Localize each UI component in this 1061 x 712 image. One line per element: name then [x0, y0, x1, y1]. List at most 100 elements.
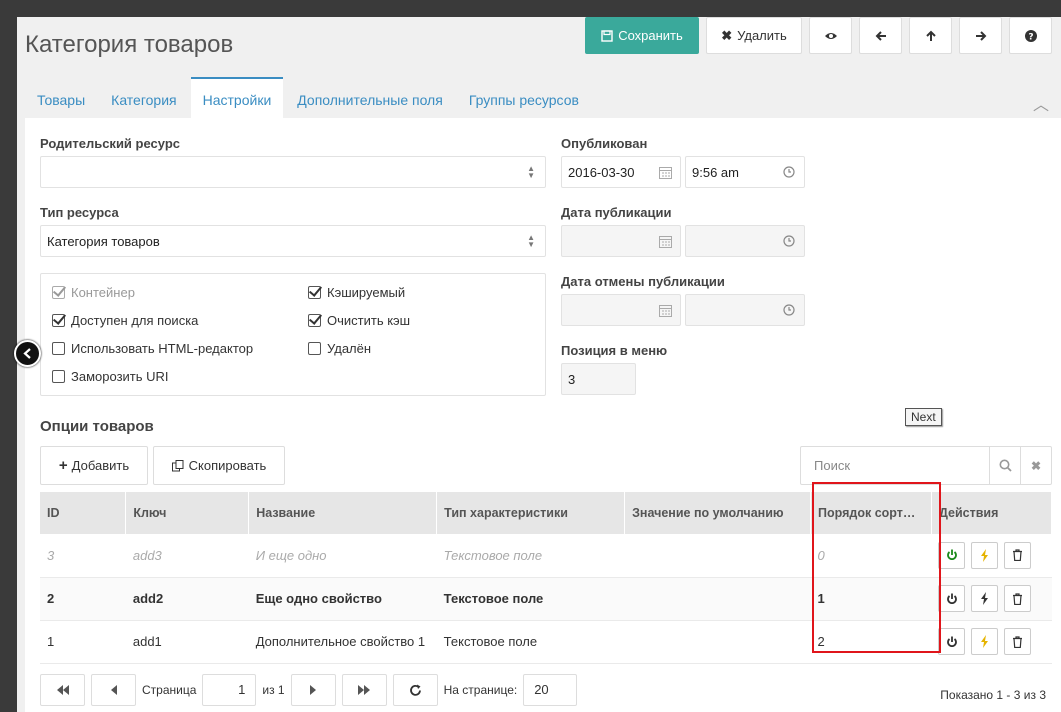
view-button[interactable]	[809, 17, 852, 54]
tab-bar: Товары Категория Настройки Дополнительны…	[25, 77, 593, 119]
delete-label: Удалить	[737, 28, 787, 43]
next-button[interactable]	[959, 17, 1002, 54]
delete-button[interactable]: ✖ Удалить	[706, 17, 802, 54]
menuindex-label: Позиция в меню	[561, 343, 668, 358]
table-row[interactable]: 2 add2 Еще одно свойство Текстовое поле …	[40, 577, 1052, 621]
tab-category[interactable]: Категория	[99, 77, 188, 118]
page-input[interactable]: 1	[202, 674, 257, 706]
add-button[interactable]: + Добавить	[40, 446, 148, 485]
column-header-type[interactable]: Тип характеристики	[436, 492, 626, 534]
tab-products[interactable]: Товары	[25, 77, 97, 118]
type-select[interactable]: Категория товаров ▲ ▼	[40, 225, 546, 257]
clear-search-button[interactable]: ✖	[1020, 447, 1051, 484]
table-row[interactable]: 1 add1 Дополнительное свойство 1 Текстов…	[40, 620, 1052, 664]
published-time-input[interactable]: 9:56 am	[685, 156, 805, 188]
searchable-checkbox[interactable]: Доступен для поиска	[52, 313, 198, 328]
enable-button[interactable]	[938, 541, 966, 569]
copy-label: Скопировать	[188, 458, 267, 473]
plus-icon: +	[58, 457, 68, 474]
arrow-left-icon	[875, 30, 886, 41]
shown-count: Показано 1 - 3 из 3	[940, 688, 1046, 702]
column-header-name[interactable]: Название	[248, 492, 438, 534]
help-button[interactable]: ?	[1009, 17, 1052, 54]
tab-extra-fields[interactable]: Дополнительные поля	[285, 77, 455, 118]
deleted-label: Удалён	[327, 341, 372, 356]
save-button[interactable]: Сохранить	[585, 17, 699, 54]
column-header-sort-order[interactable]: Порядок сорт…	[810, 492, 932, 534]
of-pages-label: из 1	[262, 683, 285, 697]
table-row[interactable]: 3 add3 И еще одно Текстовое поле 0	[40, 534, 1052, 578]
published-time-value: 9:56 am	[692, 164, 739, 180]
cell-default	[624, 620, 811, 664]
cacheable-checkbox[interactable]: Кэшируемый	[308, 285, 405, 300]
clock-icon	[783, 235, 795, 247]
first-page-button[interactable]	[40, 674, 85, 706]
pubdate-time-input[interactable]	[685, 225, 805, 257]
tab-settings[interactable]: Настройки	[190, 77, 284, 119]
window: Категория товаров Сохранить ✖ Удалить ? …	[17, 17, 1061, 712]
options-table: ID Ключ Название Тип характеристики Знач…	[40, 492, 1053, 664]
delete-row-button[interactable]	[1003, 628, 1031, 655]
bolt-button[interactable]	[971, 628, 999, 655]
search-field[interactable]: Поиск ✖	[800, 446, 1052, 485]
pubdate-date-input[interactable]	[561, 225, 681, 257]
column-header-actions: Действия	[931, 492, 1053, 534]
unpubdate-date-input[interactable]	[561, 294, 681, 326]
unpubdate-time-input[interactable]	[685, 294, 805, 326]
delete-row-button[interactable]	[1003, 585, 1031, 612]
collapse-icon[interactable]: ︿	[1033, 91, 1049, 115]
column-header-default[interactable]: Значение по умолчанию	[624, 492, 812, 534]
tab-resource-groups[interactable]: Группы ресурсов	[457, 77, 591, 118]
clear-cache-label: Очистить кэш	[327, 313, 411, 328]
save-label: Сохранить	[618, 28, 683, 43]
delete-row-button[interactable]	[1003, 541, 1031, 569]
search-button[interactable]	[989, 447, 1020, 484]
checkbox-checked-icon	[308, 314, 321, 327]
column-header-id[interactable]: ID	[40, 492, 127, 534]
per-page-input[interactable]: 20	[523, 674, 578, 706]
prev-page-button[interactable]	[91, 674, 136, 706]
disable-button[interactable]	[938, 628, 966, 655]
copy-icon	[171, 459, 184, 471]
parent-select[interactable]: ▲ ▼	[40, 156, 546, 188]
cell-sort-order: 1	[810, 577, 932, 621]
disable-button[interactable]	[938, 585, 966, 612]
menuindex-input[interactable]: 3	[561, 363, 636, 395]
published-date-input[interactable]: 2016-03-30	[561, 156, 681, 188]
bolt-button[interactable]	[971, 541, 999, 569]
container-checkbox[interactable]: Контейнер	[52, 285, 135, 300]
arrow-right-icon	[975, 30, 986, 41]
column-header-key[interactable]: Ключ	[125, 492, 250, 534]
checkbox-empty-icon	[52, 342, 65, 355]
page-label: Страница	[142, 683, 197, 697]
copy-button[interactable]: Скопировать	[153, 446, 285, 485]
clear-cache-checkbox[interactable]: Очистить кэш	[308, 313, 410, 328]
cacheable-label: Кэшируемый	[327, 285, 406, 300]
bolt-icon	[980, 592, 988, 605]
arrow-up-icon	[925, 30, 936, 41]
cell-key: add3	[125, 534, 249, 578]
checkbox-empty-icon	[308, 342, 321, 355]
richtext-checkbox[interactable]: Использовать HTML-редактор	[52, 341, 253, 356]
type-value: Категория товаров	[47, 233, 160, 249]
previous-button[interactable]	[859, 17, 902, 54]
next-page-button[interactable]	[290, 674, 336, 706]
last-page-button[interactable]	[341, 674, 387, 706]
richtext-label: Использовать HTML-редактор	[71, 341, 254, 356]
freeze-uri-checkbox[interactable]: Заморозить URI	[52, 369, 169, 384]
deleted-checkbox[interactable]: Удалён	[308, 341, 371, 356]
trash-icon	[1012, 635, 1022, 648]
svg-text:?: ?	[1028, 32, 1033, 42]
question-icon: ?	[1024, 29, 1037, 42]
back-circle-button[interactable]	[14, 340, 41, 367]
up-button[interactable]	[909, 17, 952, 54]
cell-type: Текстовое поле	[436, 620, 625, 664]
pubdate-label: Дата публикации	[561, 205, 672, 220]
bolt-button[interactable]	[971, 585, 999, 612]
settings-panel: Родительский ресурс ▲ ▼ Тип ресурса Катег…	[25, 118, 1061, 712]
cell-actions	[931, 577, 1052, 621]
type-label: Тип ресурса	[40, 205, 119, 220]
refresh-button[interactable]	[392, 674, 438, 706]
power-icon	[947, 593, 957, 604]
published-date-value: 2016-03-30	[568, 164, 635, 180]
